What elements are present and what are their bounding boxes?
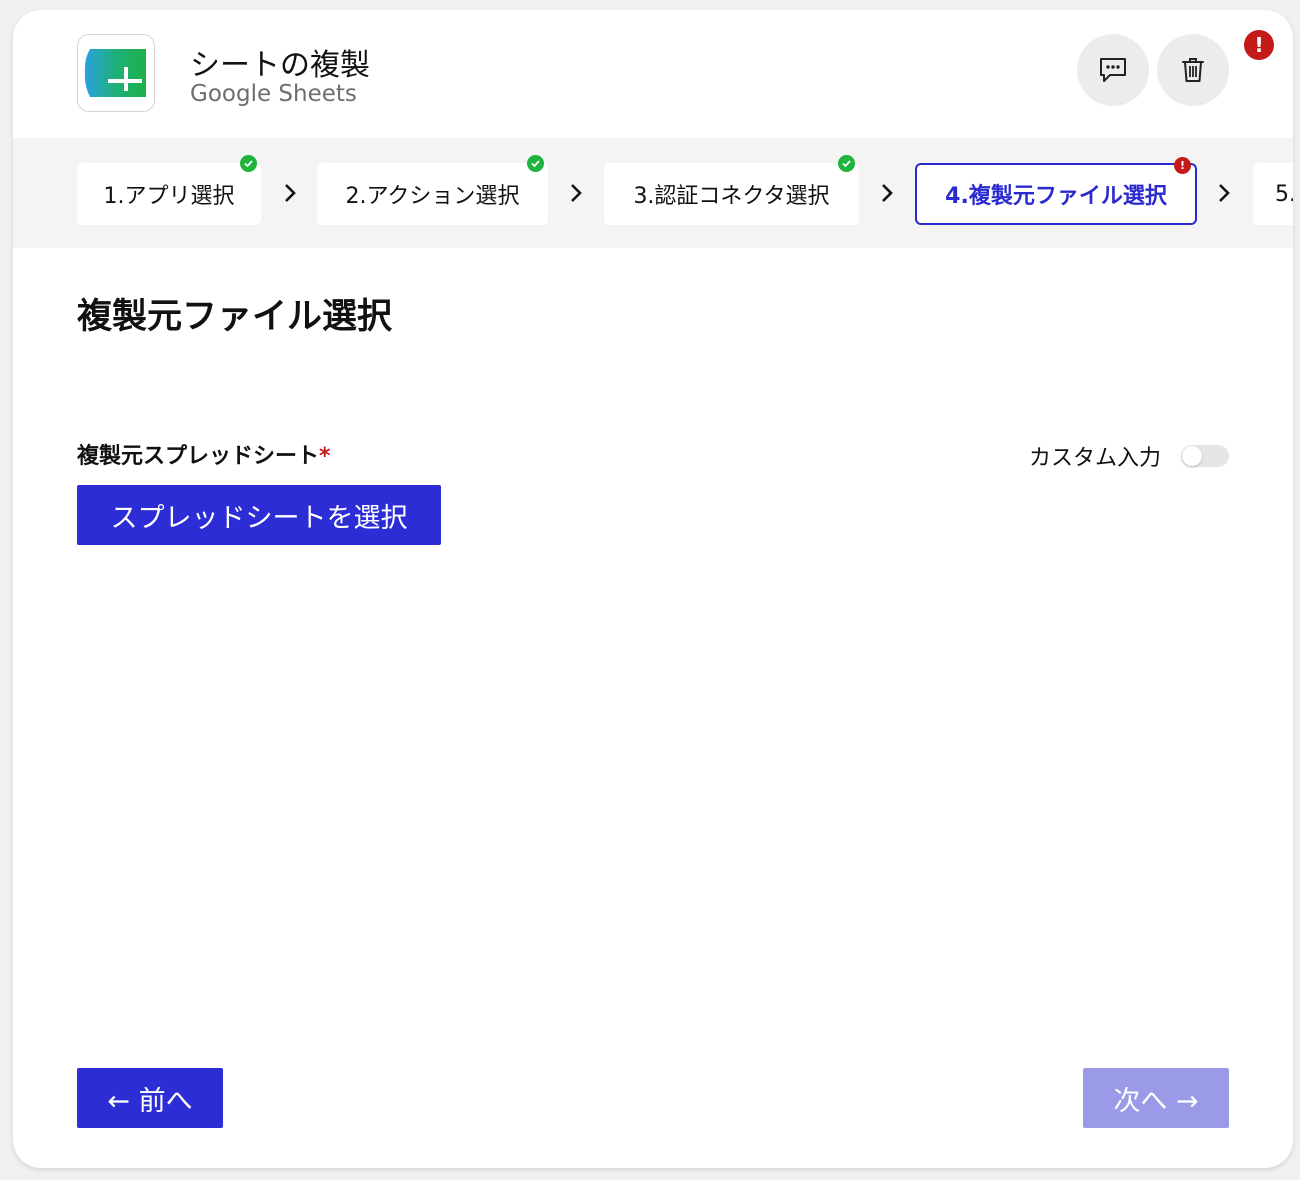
step-label: 2.アクション選択 — [345, 184, 520, 209]
step-app-select[interactable]: 1.アプリ選択 — [77, 155, 261, 225]
alert-icon: ! — [1244, 30, 1274, 60]
field-label-text: 複製元スプレッドシート — [77, 444, 320, 469]
comment-button[interactable] — [1077, 34, 1149, 106]
chevron-right-icon — [882, 184, 893, 202]
step-connector-select[interactable]: 3.認証コネクタ選択 — [604, 155, 859, 225]
dialog-card: シートの複製 Google Sheets ! 1.アプリ選択 2.アクション選択… — [13, 10, 1293, 1168]
chevron-right-icon — [1219, 184, 1230, 202]
step-action-select[interactable]: 2.アクション選択 — [317, 155, 548, 225]
check-icon — [838, 155, 855, 172]
error-icon: ! — [1174, 157, 1191, 174]
section-title: 複製元ファイル選択 — [77, 297, 393, 337]
steps-bar: 1.アプリ選択 2.アクション選択 3.認証コネクタ選択 4.複製元ファイル選択… — [13, 138, 1293, 248]
step-label: 3.認証コネクタ選択 — [633, 184, 830, 209]
page-title: シートの複製 — [190, 48, 370, 83]
comment-icon — [1100, 58, 1126, 82]
chevron-right-icon — [285, 184, 296, 202]
app-icon-container — [77, 34, 155, 112]
check-icon — [527, 155, 544, 172]
custom-input-label: カスタム入力 — [1029, 446, 1162, 471]
chevron-right-icon — [571, 184, 582, 202]
step-label: 1.アプリ選択 — [103, 184, 235, 209]
step-label: 4.複製元ファイル選択 — [945, 184, 1167, 209]
prev-button[interactable]: ← 前へ — [77, 1068, 223, 1128]
check-icon — [240, 155, 257, 172]
step-5[interactable]: 5. — [1253, 163, 1293, 225]
toggle-knob — [1182, 446, 1202, 466]
delete-button[interactable] — [1157, 34, 1229, 106]
required-mark: * — [319, 444, 331, 469]
select-spreadsheet-button[interactable]: スプレッドシートを選択 — [77, 485, 441, 545]
next-button[interactable]: 次へ → — [1083, 1068, 1229, 1128]
custom-input-toggle[interactable] — [1181, 445, 1229, 467]
step-label: 5. — [1275, 181, 1293, 207]
app-name: Google Sheets — [190, 81, 357, 107]
field-label: 複製元スプレッドシート* — [77, 438, 331, 470]
google-sheets-icon — [84, 49, 146, 97]
step-source-file-select[interactable]: 4.複製元ファイル選択 ! — [915, 157, 1197, 225]
trash-icon — [1182, 58, 1204, 82]
